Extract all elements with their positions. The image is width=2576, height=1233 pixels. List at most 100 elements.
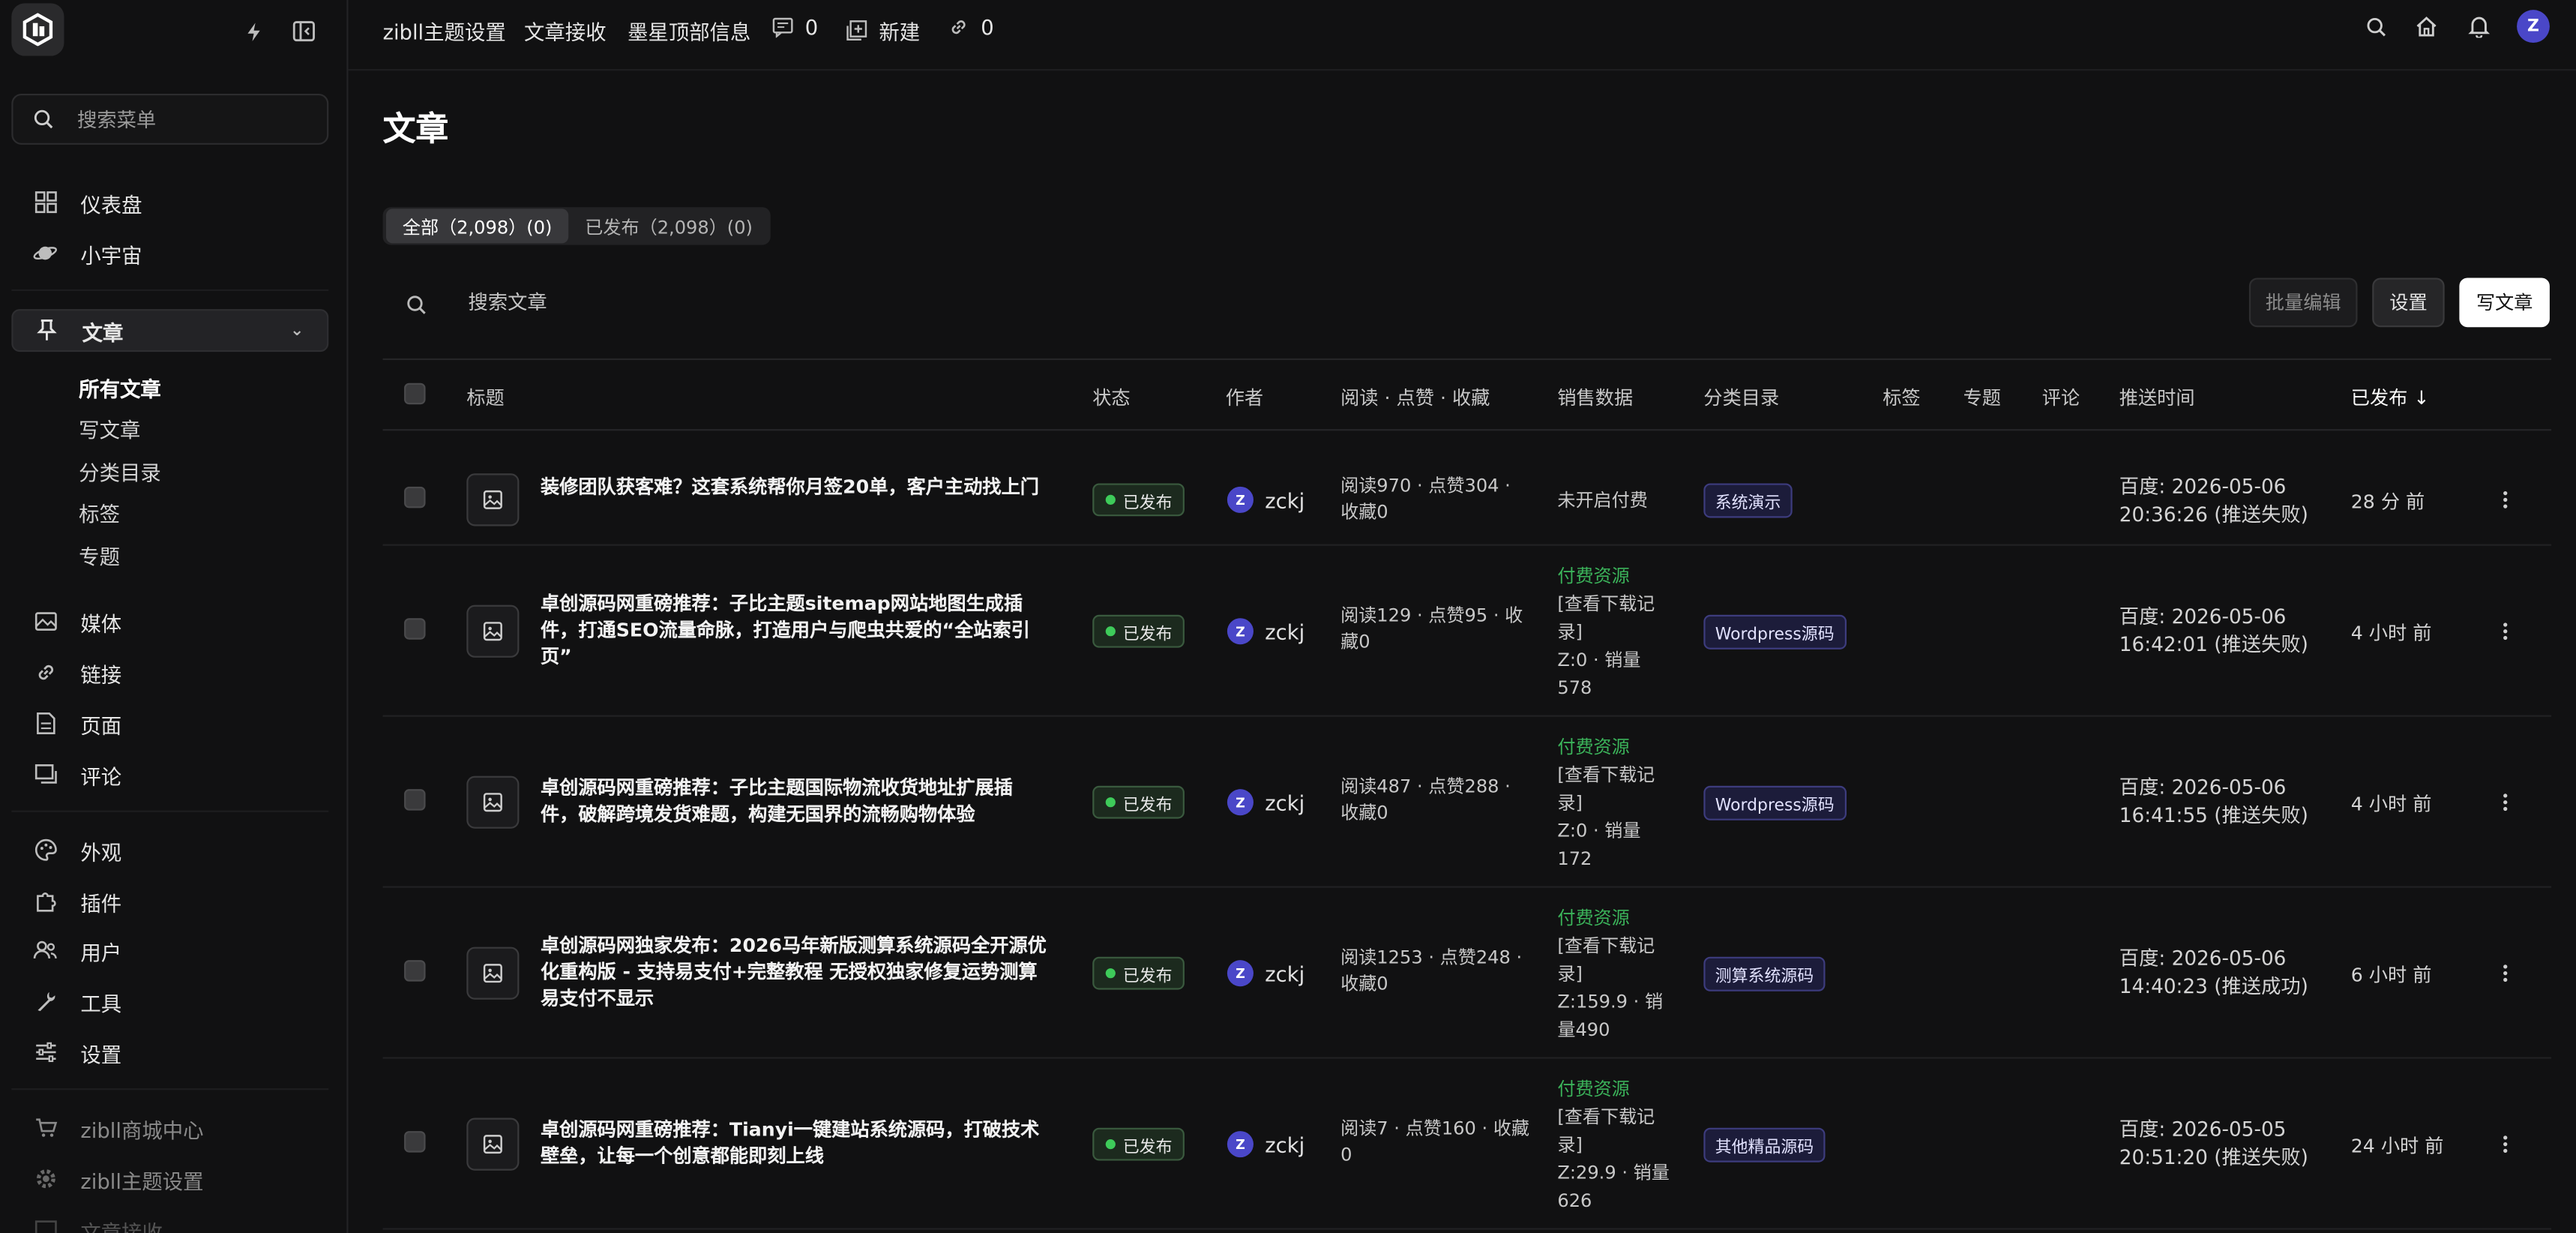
sidebar-subitem-all-posts[interactable]: 所有文章	[79, 371, 161, 403]
topbar-top-info[interactable]: 墨星顶部信息	[628, 15, 750, 46]
sidebar-item-universe[interactable]: 小宇宙	[11, 232, 328, 274]
header-author[interactable]: 作者	[1226, 385, 1263, 411]
header-status[interactable]: 状态	[1092, 385, 1130, 411]
tab-all[interactable]: 全部（2,098）(0)	[385, 208, 569, 244]
bell-icon[interactable]	[2466, 14, 2492, 40]
bolt-icon[interactable]	[238, 16, 268, 46]
table-row[interactable]: 卓创源码网重磅推荐：子比主题国际物流收货地址扩展插件，破解跨境发货难题，构建无国…	[382, 717, 2552, 888]
search-icon[interactable]	[2362, 14, 2389, 40]
post-title[interactable]: 卓创源码网重磅推荐：子比主题国际物流收货地址扩展插件，破解跨境发货难题，构建无国…	[541, 774, 1050, 826]
tab-published[interactable]: 已发布（2,098）(0)	[568, 208, 769, 243]
sales-paid-label[interactable]: 付费资源	[1557, 562, 1672, 590]
author[interactable]: Zzckj	[1227, 789, 1304, 816]
category-badge[interactable]: Wordpress源码	[1703, 614, 1846, 650]
author[interactable]: Zzckj	[1227, 1131, 1304, 1158]
user-avatar[interactable]: Z	[2517, 10, 2550, 43]
table-row[interactable]: 卓创源码网重磅推荐：子比主题sitemap网站地图生成插件，打通SEO流量命脉，…	[382, 546, 2552, 717]
sidebar-item-zibll-settings[interactable]: zibll主题设置	[11, 1157, 328, 1200]
home-icon[interactable]	[2413, 14, 2440, 40]
topbar-links[interactable]: 0	[948, 15, 994, 40]
header-tags[interactable]: 标签	[1883, 385, 1920, 411]
sidebar-item-posts[interactable]: 文章 ⌄	[11, 309, 329, 352]
header-title[interactable]: 标题	[466, 385, 504, 411]
settings-button[interactable]: 设置	[2372, 278, 2445, 328]
sidebar-item-users[interactable]: 用户	[11, 928, 328, 971]
sidebar-item-comments[interactable]: 评论	[11, 753, 328, 796]
author[interactable]: Zzckj	[1227, 960, 1304, 987]
push-time: 百度: 2026-05-06 14:40:23 (推送成功)	[2119, 946, 2308, 998]
row-checkbox[interactable]	[404, 486, 426, 508]
sidebar-item-dashboard[interactable]: 仪表盘	[11, 181, 328, 224]
more-actions-icon[interactable]	[2497, 789, 2514, 815]
sidebar-subitem-tags[interactable]: 标签	[79, 496, 120, 528]
topbar-new[interactable]: 新建	[846, 15, 920, 46]
row-checkbox[interactable]	[404, 618, 426, 640]
sidebar-item-zibll-shop[interactable]: zibll商城中心	[11, 1106, 328, 1149]
published-time: 4 小时 前	[2350, 621, 2432, 645]
status-badge: 已发布	[1092, 614, 1185, 648]
sales-paid-label[interactable]: 付费资源	[1557, 1076, 1672, 1103]
more-actions-icon[interactable]	[2497, 1131, 2514, 1157]
sales-paid-label[interactable]: 付费资源	[1557, 904, 1672, 932]
category-badge[interactable]: Wordpress源码	[1703, 785, 1846, 820]
header-published-sort[interactable]: 已发布 ↓	[2351, 385, 2430, 411]
header-category[interactable]: 分类目录	[1703, 385, 1779, 411]
post-title[interactable]: 卓创源码网独家发布：2026马年新版测算系统源码全开源优化重构版 - 支持易支付…	[541, 932, 1050, 1011]
batch-edit-button[interactable]: 批量编辑	[2248, 278, 2358, 328]
sales-text[interactable]: [查看下载记录] Z:159.9 · 销量490	[1557, 932, 1672, 1044]
category-badge[interactable]: 测算系统源码	[1703, 956, 1826, 992]
halo-logo[interactable]	[11, 3, 64, 56]
sidebar-subitem-write-post[interactable]: 写文章	[79, 412, 140, 444]
topbar-article-receive[interactable]: 文章接收	[524, 15, 607, 46]
header-topics[interactable]: 专题	[1963, 385, 2001, 411]
status-text: 已发布	[1122, 796, 1173, 815]
sidebar-item-appearance[interactable]: 外观	[11, 829, 328, 872]
image-icon	[466, 1118, 520, 1171]
header-comments[interactable]: 评论	[2042, 385, 2080, 411]
sidebar-item-plugins[interactable]: 插件	[11, 880, 328, 922]
header-sales[interactable]: 销售数据	[1557, 385, 1633, 411]
menu-search[interactable]	[11, 93, 329, 145]
header-push-time[interactable]: 推送时间	[2119, 385, 2195, 411]
more-actions-icon[interactable]	[2497, 618, 2514, 644]
table-row[interactable]: 卓创源码网独家发布：2026马年新版测算系统源码全开源优化重构版 - 支持易支付…	[382, 888, 2552, 1059]
sidebar-item-article-receive[interactable]: 文章接收	[11, 1208, 328, 1233]
sales-text[interactable]: [查看下载记录] Z:29.9 · 销量626	[1557, 1103, 1672, 1215]
sidebar-item-settings[interactable]: 设置	[11, 1030, 328, 1073]
sidebar-item-pages[interactable]: 页面	[11, 702, 328, 745]
published-time: 24 小时 前	[2350, 1134, 2444, 1158]
sales-paid-label[interactable]: 付费资源	[1557, 734, 1672, 761]
author[interactable]: Zzckj	[1227, 618, 1304, 645]
category-badge[interactable]: 其他精品源码	[1703, 1127, 1826, 1162]
more-actions-icon[interactable]	[2497, 487, 2514, 513]
post-title[interactable]: 装修团队获客难？这套系统帮你月签20单，客户主动找上门	[541, 473, 1050, 500]
menu-search-input[interactable]	[76, 107, 307, 131]
select-all-checkbox[interactable]	[404, 382, 426, 405]
collapse-sidebar-icon[interactable]	[289, 16, 319, 46]
topbar-comments[interactable]: 0	[772, 15, 818, 40]
post-title[interactable]: 卓创源码网重磅推荐：Tianyi一键建站系统源码，打破技术壁垒，让每一个创意都能…	[541, 1116, 1050, 1168]
author[interactable]: Zzckj	[1227, 486, 1304, 513]
category-badge[interactable]: 系统演示	[1703, 483, 1793, 518]
sales-text[interactable]: [查看下载记录] Z:0 · 销量172	[1557, 761, 1672, 873]
topbar-zibll-settings[interactable]: zibll主题设置	[383, 15, 506, 46]
write-post-button[interactable]: 写文章	[2459, 278, 2550, 328]
sidebar-item-media[interactable]: 媒体	[11, 600, 328, 643]
row-checkbox[interactable]	[404, 789, 426, 811]
more-actions-icon[interactable]	[2497, 960, 2514, 986]
post-search-input[interactable]	[468, 286, 1126, 320]
post-title[interactable]: 卓创源码网重磅推荐：子比主题sitemap网站地图生成插件，打通SEO流量命脉，…	[541, 590, 1050, 669]
search-icon	[406, 291, 427, 322]
image-icon	[466, 776, 520, 829]
table-row[interactable]: 装修团队获客难？这套系统帮你月签20单，客户主动找上门 已发布 Zzckj 阅读…	[382, 430, 2552, 546]
row-checkbox[interactable]	[404, 1131, 426, 1153]
row-checkbox[interactable]	[404, 960, 426, 982]
sidebar-subitem-categories[interactable]: 分类目录	[79, 455, 161, 487]
sidebar-item-links[interactable]: 链接	[11, 651, 328, 694]
table-row[interactable]: 卓创源码网重磅推荐：Tianyi一键建站系统源码，打破技术壁垒，让每一个创意都能…	[382, 1059, 2552, 1230]
sidebar-item-tools[interactable]: 工具	[11, 980, 328, 1022]
sales-text[interactable]: [查看下载记录] Z:0 · 销量578	[1557, 590, 1672, 702]
header-stats[interactable]: 阅读 · 点赞 · 收藏	[1340, 385, 1490, 411]
sidebar-subitem-topics[interactable]: 专题	[79, 539, 120, 571]
sidebar-item-label: 外观	[80, 839, 122, 864]
